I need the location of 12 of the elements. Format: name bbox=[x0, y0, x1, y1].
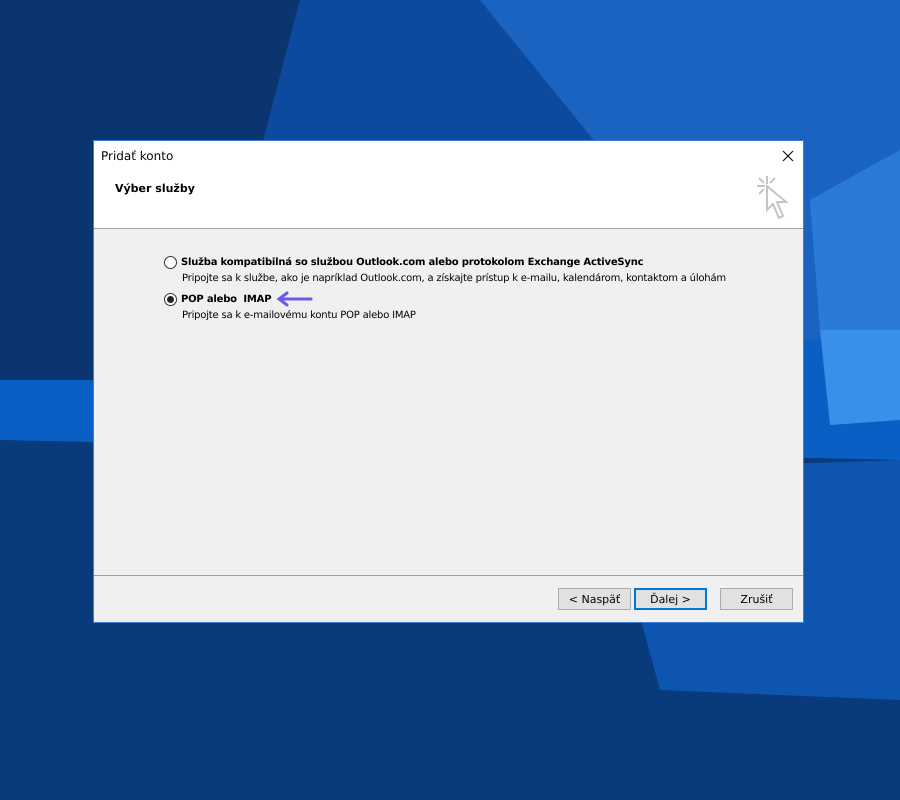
dialog-button[interactable]: Zrušiť bbox=[720, 588, 793, 610]
page-heading: Výber služby bbox=[115, 182, 195, 195]
option-description: Pripojte sa k e-mailovému kontu POP alebo IMAP bbox=[182, 310, 417, 321]
option-description: Pripojte sa k službe, ako je napríklad Outlook.com, a získajte prístup k e-mailu, kalendárom, kontaktom a úlohám bbox=[182, 273, 727, 284]
window-title: Pridať konto bbox=[101, 149, 174, 163]
option-label[interactable]: Služba kompatibilná so službou Outlook.com alebo protokolom Exchange ActiveSync bbox=[181, 256, 644, 268]
radio-button[interactable] bbox=[164, 292, 177, 306]
radio-button[interactable] bbox=[164, 256, 177, 268]
dialog-button[interactable]: < Naspäť bbox=[558, 588, 631, 610]
option-label[interactable]: POP alebo IMAP bbox=[181, 294, 272, 304]
dialog-button[interactable]: Ďalej > bbox=[634, 588, 707, 610]
close-icon bbox=[782, 150, 794, 162]
